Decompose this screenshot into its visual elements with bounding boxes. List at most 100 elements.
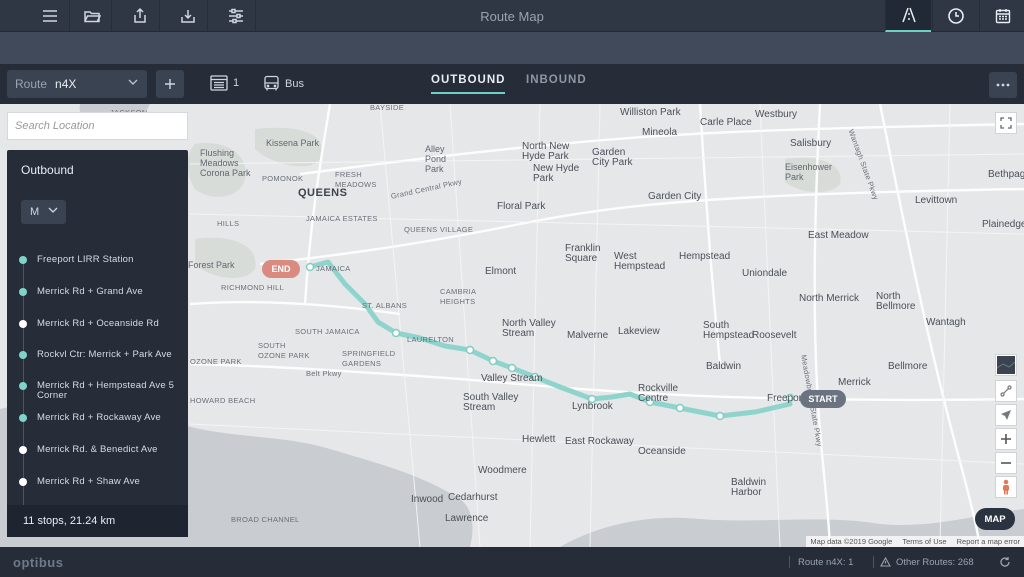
trips-count: 1 (233, 77, 240, 89)
map-stop-marker[interactable] (391, 328, 401, 338)
map-place-label: Bellmore (888, 361, 928, 372)
stop-name: Freeport LIRR Station (37, 254, 134, 265)
map-place-label: Merrick (838, 377, 871, 388)
route-select[interactable]: Route n4X (7, 70, 147, 98)
add-route-button[interactable] (156, 70, 184, 98)
map-place-label: Garden City Park (592, 147, 633, 168)
clock-icon[interactable] (932, 0, 978, 32)
stop-dot-icon (19, 320, 27, 328)
plus-icon (1001, 434, 1011, 444)
map-place-label: SOUTH JAMAICA (295, 327, 360, 336)
map-place-label: Lynbrook (572, 401, 613, 412)
map-place-label: OZONE PARK (190, 357, 242, 366)
map-place-label: BAYSIDE (370, 104, 405, 112)
end-marker[interactable]: END (262, 260, 300, 278)
day-select[interactable]: M (21, 200, 66, 224)
route-icon[interactable] (885, 0, 931, 32)
map-place-label: Uniondale (742, 268, 788, 279)
stop-name: Merrick Rd + Rockaway Ave (37, 412, 161, 423)
map-place-label: POMONOK (262, 174, 304, 183)
map-type-toggle[interactable]: MAP (975, 508, 1015, 530)
map-place-label: Alley Pond Park (425, 144, 447, 174)
stop-dot-icon (19, 351, 27, 359)
stops-panel: Outbound M Freeport LIRR Station Merrick … (7, 150, 188, 537)
map-place-label: Forest Park (188, 260, 235, 270)
route-map[interactable]: JACKSONBAYSIDEWilliston ParkWestburyMine… (0, 104, 1024, 547)
street-view-button[interactable] (995, 476, 1017, 498)
map-place-label: South Valley Stream (463, 392, 519, 413)
map-place-label: Hewlett (522, 434, 556, 445)
chevron-down-icon (127, 76, 139, 91)
fullscreen-button[interactable] (995, 112, 1017, 134)
map-stop-marker[interactable] (507, 363, 517, 373)
map-place-label: Rockville Centre (638, 383, 679, 404)
top-toolbar: Route Map (0, 0, 1024, 32)
vehicle-indicator[interactable]: Bus (263, 75, 304, 92)
stop-dot-icon (19, 256, 27, 264)
stop-dot-icon (19, 288, 27, 296)
warning-icon (880, 557, 891, 567)
trips-indicator[interactable]: 1 (210, 75, 239, 91)
search-location-input[interactable]: Search Location (7, 112, 188, 140)
more-options-button[interactable] (989, 72, 1017, 98)
polyline-icon (1000, 385, 1012, 397)
download-icon[interactable] (168, 0, 208, 32)
route-bar: Route n4X 1 Bus OUTBOUND INBOUND (0, 64, 1024, 104)
zoom-out-button[interactable] (995, 452, 1017, 474)
map-stop-marker[interactable] (488, 356, 498, 366)
map-place-label: JAMAICA ESTATES (306, 214, 378, 223)
stop-name: Merrick Rd. & Benedict Ave (37, 444, 158, 455)
status-other-routes: Other Routes: 268 (896, 557, 974, 568)
map-attribution: Map data ©2019 Google Terms of Use Repor… (806, 536, 1024, 547)
refresh-icon[interactable] (999, 556, 1011, 568)
map-place-label: ST. ALBANS (362, 301, 408, 310)
stop-dot-icon (19, 446, 27, 454)
calendar-icon[interactable] (979, 0, 1024, 32)
terms-link[interactable]: Terms of Use (902, 537, 946, 546)
ellipsis-icon (996, 83, 1010, 87)
map-place-label: RICHMOND HILL (221, 283, 285, 292)
sliders-icon[interactable] (216, 0, 256, 32)
navigate-arrow-icon (1001, 410, 1011, 420)
layers-thumbnail[interactable] (995, 354, 1017, 376)
map-place-label: LAURELTON (407, 335, 455, 344)
fullscreen-icon (1000, 117, 1012, 129)
map-place-label: Flushing Meadows Corona Park (200, 148, 251, 178)
stops-summary: 11 stops, 21.24 km (7, 505, 188, 537)
divider (873, 556, 874, 568)
export-icon[interactable] (120, 0, 160, 32)
map-place-label: West Hempstead (614, 251, 666, 272)
map-place-label: Westbury (755, 109, 798, 120)
stop-name: Merrick Rd + Hempstead Ave 5 Corner (37, 380, 175, 401)
map-place-label: Kissena Park (266, 138, 320, 148)
vehicle-type: Bus (285, 77, 304, 90)
map-place-label: Belt Pkwy (306, 369, 342, 378)
my-location-button[interactable] (995, 404, 1017, 426)
map-stop-marker[interactable] (675, 403, 685, 413)
map-place-label: Cedarhurst (448, 492, 498, 503)
map-stop-marker[interactable] (715, 411, 725, 421)
map-place-label: HILLS (217, 219, 240, 228)
map-stop-marker[interactable] (305, 262, 315, 272)
map-place-label: Eisenhower Park (785, 162, 833, 182)
start-marker[interactable]: START (800, 390, 846, 408)
zoom-in-button[interactable] (995, 428, 1017, 450)
tab-outbound[interactable]: OUTBOUND (431, 74, 506, 94)
map-place-label: Levittown (915, 195, 958, 206)
folder-open-icon[interactable] (72, 0, 112, 32)
map-place-label: Inwood (411, 494, 444, 505)
status-route-info: Route n4X: 1 (798, 557, 854, 568)
measure-tool-button[interactable] (995, 380, 1017, 402)
report-error-link[interactable]: Report a map error (957, 537, 1020, 546)
map-place-label: HOWARD BEACH (190, 396, 256, 405)
map-place-label: SPRINGFIELD GARDENS (342, 349, 396, 368)
stop-name: Merrick Rd + Oceanside Rd (37, 318, 159, 329)
map-stop-marker[interactable] (465, 345, 475, 355)
map-place-label: JAMAICA (316, 264, 351, 273)
tab-inbound[interactable]: INBOUND (526, 74, 587, 86)
map-place-label: Carle Place (700, 117, 752, 128)
map-place-label: BROAD CHANNEL (231, 515, 300, 524)
secondary-band (0, 32, 1024, 64)
map-place-label: CAMBRIA HEIGHTS (440, 287, 476, 306)
menu-icon[interactable] (30, 0, 70, 32)
